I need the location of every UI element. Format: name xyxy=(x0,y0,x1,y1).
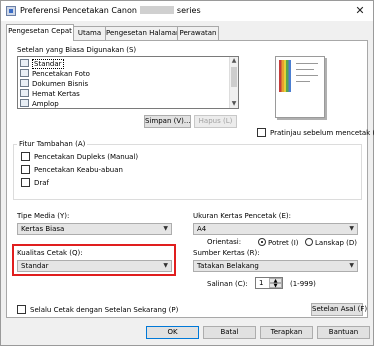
media-type-select[interactable]: Kertas Biasa ▼ xyxy=(17,223,172,235)
list-item[interactable]: Dokumen Bisnis xyxy=(20,79,88,89)
orientation-label: Orientasi: xyxy=(207,238,242,246)
defaults-button[interactable]: Setelan Asal (F) xyxy=(311,303,367,316)
tab-pengesetan-halaman[interactable]: Pengesetan Halaman xyxy=(105,26,180,40)
checkbox-icon[interactable] xyxy=(17,305,26,314)
document-icon xyxy=(20,79,29,87)
window-title-suffix: series xyxy=(176,6,201,15)
redacted-model-name xyxy=(139,6,174,14)
draft-checkbox[interactable]: Draf xyxy=(21,178,49,187)
save-button[interactable]: Simpan (V)... xyxy=(144,115,191,128)
print-quality-select[interactable]: Standar ▼ xyxy=(17,260,172,272)
radio-selected-icon[interactable] xyxy=(258,238,266,246)
list-item[interactable]: Pencetakan Foto xyxy=(20,69,90,79)
ok-button[interactable]: OK xyxy=(146,326,199,339)
envelope-icon xyxy=(20,99,29,107)
paper-source-label: Sumber Kertas (R): xyxy=(193,249,260,257)
close-icon[interactable]: ✕ xyxy=(350,3,370,19)
window-title-prefix: Preferensi Pencetakan Canon xyxy=(20,6,137,15)
apply-button[interactable]: Terapkan xyxy=(260,326,313,339)
paper-source-select[interactable]: Tatakan Belakang ▼ xyxy=(193,260,358,272)
preview-checkbox[interactable]: Pratinjau sebelum mencetak (W) xyxy=(257,128,374,137)
scroll-up-icon[interactable]: ▲ xyxy=(230,57,238,65)
tab-perawatan[interactable]: Perawatan xyxy=(177,26,219,40)
list-item[interactable]: Standar xyxy=(20,59,64,69)
common-settings-list[interactable]: Standar Pencetakan Foto Dokumen Bisnis H… xyxy=(17,56,239,109)
document-icon xyxy=(20,59,29,67)
checkbox-icon[interactable] xyxy=(21,165,30,174)
tab-utama[interactable]: Utama xyxy=(73,26,106,40)
media-type-label: Tipe Media (Y): xyxy=(17,212,70,220)
common-settings-label: Setelan yang Biasa Digunakan (S) xyxy=(17,46,137,54)
delete-button: Hapus (L) xyxy=(194,115,237,128)
copies-label: Salinan (C): xyxy=(207,280,248,288)
printing-preferences-window: Preferensi Pencetakan Canon series ✕ Peng… xyxy=(0,0,374,346)
print-quality-label: Kualitas Cetak (Q): xyxy=(17,249,83,257)
tab-pengesetan-cepat[interactable]: Pengesetan Cepat xyxy=(6,24,74,41)
printer-icon xyxy=(6,6,16,16)
cancel-button[interactable]: Batal xyxy=(203,326,256,339)
copies-stepper[interactable]: ▲ ▼ xyxy=(269,278,282,289)
radio-icon[interactable] xyxy=(305,238,313,246)
title-bar: Preferensi Pencetakan Canon series ✕ xyxy=(1,1,373,21)
list-item[interactable]: Hemat Kertas xyxy=(20,89,80,99)
page-size-select[interactable]: A4 ▼ xyxy=(193,223,358,235)
chevron-down-icon: ▼ xyxy=(349,225,354,232)
paper-save-icon xyxy=(20,89,29,97)
duplex-checkbox[interactable]: Pencetakan Dupleks (Manual) xyxy=(21,152,138,161)
always-print-checkbox[interactable]: Selalu Cetak dengan Setelan Sekarang (P) xyxy=(17,305,178,314)
chevron-down-icon: ▼ xyxy=(349,262,354,269)
landscape-radio[interactable]: Lanskap (D) xyxy=(305,238,357,247)
copies-range: (1-999) xyxy=(290,280,316,288)
grayscale-checkbox[interactable]: Pencetakan Keabu-abuan xyxy=(21,165,123,174)
preview-image xyxy=(279,60,291,92)
chevron-down-icon: ▼ xyxy=(163,225,168,232)
chevron-down-icon: ▼ xyxy=(163,262,168,269)
scroll-down-icon[interactable]: ▼ xyxy=(230,100,238,108)
page-size-label: Ukuran Kertas Pencetak (E): xyxy=(193,212,291,220)
photo-icon xyxy=(20,69,29,77)
list-item[interactable]: Amplop xyxy=(20,99,59,108)
window-title: Preferensi Pencetakan Canon series xyxy=(20,6,201,15)
additional-features-label: Fitur Tambahan (A) xyxy=(17,140,88,148)
checkbox-icon[interactable] xyxy=(21,178,30,187)
checkbox-icon[interactable] xyxy=(21,152,30,161)
stepper-down-icon[interactable]: ▼ xyxy=(269,283,282,289)
list-scrollbar[interactable]: ▲ ▼ xyxy=(229,57,238,108)
help-button[interactable]: Bantuan xyxy=(317,326,370,339)
checkbox-icon[interactable] xyxy=(257,128,266,137)
portrait-radio[interactable]: Potret (I) xyxy=(258,238,299,247)
scroll-thumb[interactable] xyxy=(231,67,237,87)
